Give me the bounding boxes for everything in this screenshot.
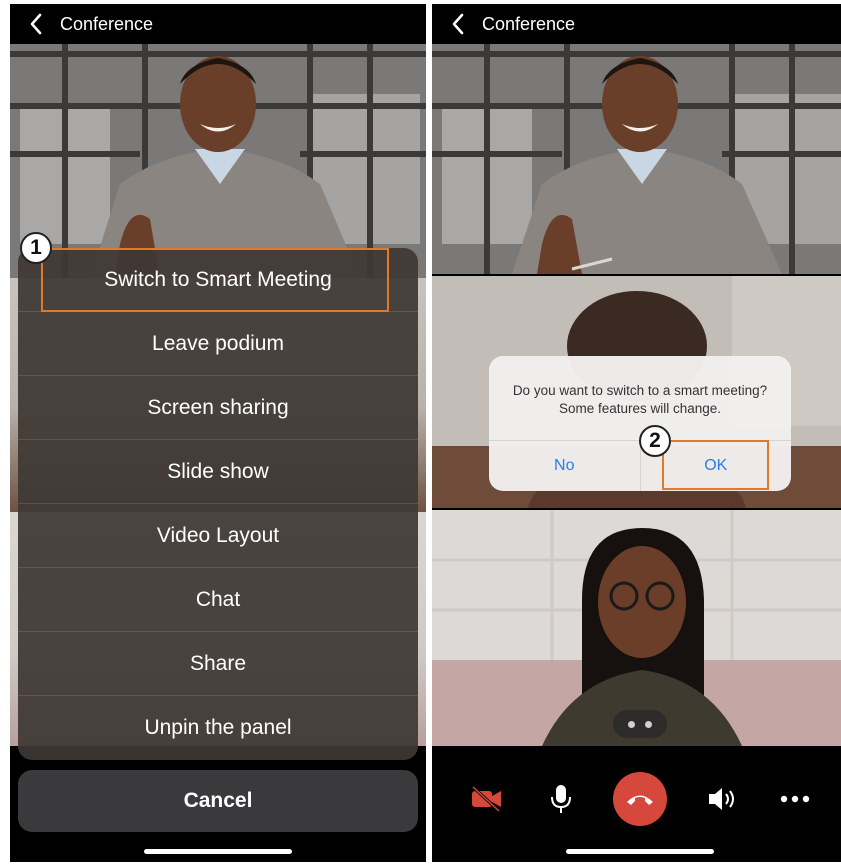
menu-item-chat[interactable]: Chat — [18, 568, 418, 632]
menu-item-label: Switch to Smart Meeting — [104, 267, 332, 291]
page-dot — [628, 720, 635, 728]
page-indicator[interactable] — [613, 710, 667, 738]
menu-item-video-layout[interactable]: Video Layout — [18, 504, 418, 568]
back-chevron-icon[interactable] — [448, 12, 468, 36]
microphone-icon[interactable] — [536, 774, 586, 824]
menu-item-label: Chat — [195, 587, 241, 611]
home-indicator — [144, 849, 292, 854]
menu-item-label: Slide show — [167, 459, 269, 483]
speaker-icon[interactable] — [698, 774, 748, 824]
menu-item-label: Screen sharing — [147, 395, 289, 419]
top-bar: Conference — [432, 4, 841, 44]
participant-man — [90, 56, 360, 278]
dialog-message: Do you want to switch to a smart meeting… — [512, 383, 768, 416]
camera-off-icon[interactable] — [462, 774, 512, 824]
dialog-no-button[interactable]: No — [489, 441, 641, 491]
end-call-icon — [627, 795, 653, 805]
menu-item-leave-podium[interactable]: Leave podium — [18, 312, 418, 376]
menu-item-switch-to-smart-meeting[interactable]: Switch to Smart Meeting — [18, 248, 418, 312]
video-tile-man[interactable] — [10, 44, 426, 278]
menu-item-slide-show[interactable]: Slide show — [18, 440, 418, 504]
page-title: Conference — [60, 13, 154, 34]
action-sheet: Switch to Smart Meeting Leave podium Scr… — [18, 248, 418, 760]
menu-item-share[interactable]: Share — [18, 632, 418, 696]
right-screenshot: Conference Do you want to switch to a sm… — [432, 4, 841, 862]
video-tile-man[interactable] — [432, 44, 841, 274]
menu-item-label: Share — [189, 651, 247, 675]
more-icon[interactable] — [770, 774, 820, 824]
menu-item-label: Leave podium — [152, 331, 284, 355]
page-dot — [645, 720, 652, 728]
top-bar: Conference — [10, 4, 426, 44]
call-control-bar — [432, 746, 841, 862]
back-chevron-icon[interactable] — [26, 12, 46, 36]
left-screenshot: Conference Switch to Smart Meeting Leave… — [10, 4, 426, 862]
page-title: Conference — [482, 13, 576, 34]
switch-smart-meeting-dialog: Do you want to switch to a smart meeting… — [489, 356, 791, 491]
cancel-button[interactable]: Cancel — [18, 770, 418, 832]
participant-man — [512, 56, 782, 274]
step-badge-2: 2 — [639, 425, 671, 457]
end-call-button[interactable] — [613, 772, 667, 826]
home-indicator — [566, 849, 714, 854]
menu-item-label: Video Layout — [156, 523, 280, 547]
menu-item-label: Unpin the panel — [144, 716, 292, 739]
menu-item-screen-sharing[interactable]: Screen sharing — [18, 376, 418, 440]
step-badge-1: 1 — [20, 232, 52, 264]
menu-item-unpin-the-panel[interactable]: Unpin the panel — [18, 696, 418, 760]
